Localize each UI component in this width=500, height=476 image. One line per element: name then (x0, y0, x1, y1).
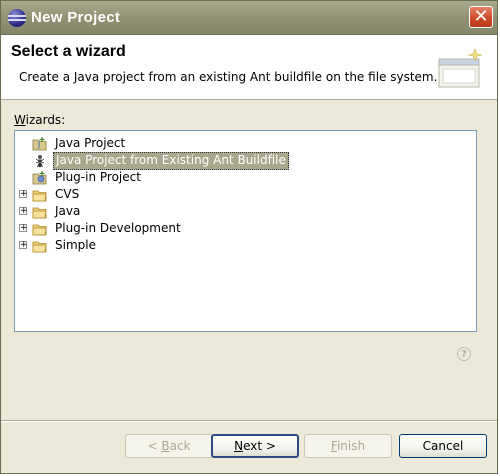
back-button[interactable]: < Back (125, 434, 213, 458)
wizard-header: Select a wizard Create a Java project fr… (1, 35, 497, 100)
tree-item-simple[interactable]: + Simple (15, 237, 476, 254)
title-bar[interactable]: New Project ✕ (1, 1, 497, 35)
tree-item-plugin-development[interactable]: + Plug-in Development (15, 220, 476, 237)
svg-text:J: J (37, 140, 40, 149)
wizard-banner-icon (438, 48, 483, 88)
folder-icon (32, 241, 47, 253)
folder-icon (32, 224, 47, 236)
next-button[interactable]: Next > (211, 434, 299, 458)
expand-icon[interactable]: + (19, 224, 28, 233)
finish-button[interactable]: Finish (304, 434, 392, 458)
window-title: New Project (31, 9, 121, 26)
page-description: Create a Java project from an existing A… (19, 70, 438, 84)
tree-item-java-project[interactable]: J Java Project (15, 135, 476, 152)
ant-icon (35, 155, 45, 168)
plugin-project-icon (32, 171, 47, 185)
close-button[interactable]: ✕ (469, 6, 493, 28)
tree-item-label: Simple (55, 238, 96, 252)
eclipse-icon (8, 9, 26, 27)
expand-icon[interactable]: + (19, 207, 28, 216)
cancel-button[interactable]: Cancel (399, 434, 487, 458)
help-icon[interactable]: ? (457, 347, 471, 361)
folder-icon (32, 207, 47, 219)
tree-item-label: Plug-in Project (55, 170, 141, 184)
tree-item-label: Java Project (55, 136, 126, 150)
button-bar-divider (1, 420, 497, 422)
tree-item-cvs[interactable]: + CVS (15, 186, 476, 203)
folder-icon (32, 190, 47, 202)
tree-item-label: Java (55, 204, 81, 218)
tree-item-java[interactable]: + Java (15, 203, 476, 220)
tree-item-label: CVS (55, 187, 80, 201)
new-project-dialog: New Project ✕ Select a wizard Create a J… (0, 0, 498, 474)
tree-item-label: Plug-in Development (55, 221, 181, 235)
wizard-tree[interactable]: J Java Project Java Project from Existin… (14, 130, 477, 332)
tree-item-plugin-project[interactable]: Plug-in Project (15, 169, 476, 186)
tree-item-java-project-from-ant[interactable]: Java Project from Existing Ant Buildfile (15, 152, 476, 170)
tree-item-label: Java Project from Existing Ant Buildfile (53, 152, 289, 170)
expand-icon[interactable]: + (19, 241, 28, 250)
java-project-icon: J (32, 137, 47, 151)
page-title: Select a wizard (11, 43, 126, 60)
wizards-label: Wizards: (14, 113, 66, 127)
expand-icon[interactable]: + (19, 190, 28, 199)
